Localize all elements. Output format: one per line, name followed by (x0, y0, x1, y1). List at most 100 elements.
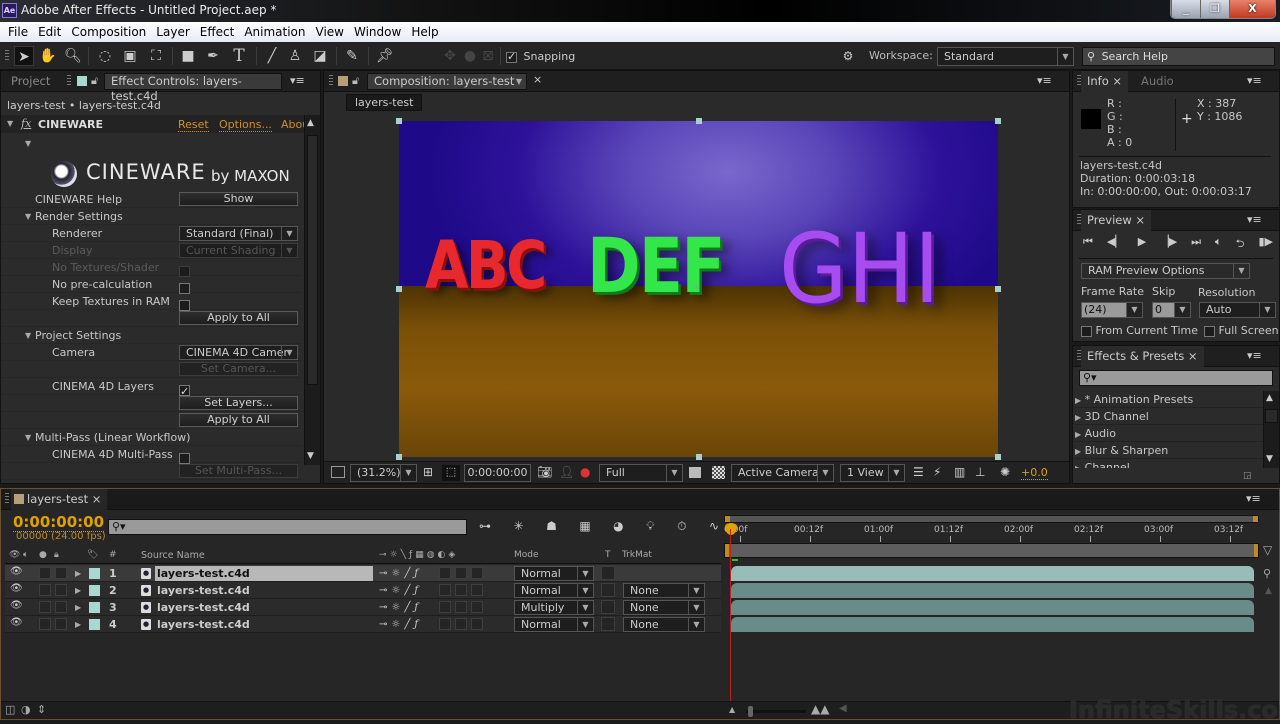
set-layers-button[interactable]: Set Layers... (179, 396, 298, 410)
puppet-pin-tool-icon[interactable]: 📌︎ (375, 46, 395, 66)
layer-row[interactable]: 👁︎ ▶ 2 ● layers-test.c4d ⊸☼╱ƒ Normal ▼ No… (5, 582, 721, 599)
expand-icon[interactable]: ▶ (75, 586, 81, 595)
multipass-group[interactable]: ▼ Multi-Pass (Linear Workflow) (1, 429, 301, 446)
preserve-transparency-switch[interactable] (601, 566, 615, 580)
lock-switch[interactable] (55, 618, 67, 630)
snapshot-camera-icon[interactable]: 📷︎ (537, 465, 552, 479)
visibility-eye-icon[interactable]: 👁︎ (10, 617, 23, 628)
blend-mode-select[interactable]: Multiply ▼ (514, 600, 594, 615)
preserve-transparency-switch[interactable] (601, 583, 615, 597)
frame-rate-select[interactable]: (24) ▼ (1081, 302, 1143, 318)
work-area-start[interactable] (725, 544, 729, 557)
collapse-icon[interactable]: ▼ (25, 429, 31, 446)
layer-name[interactable]: layers-test.c4d (155, 583, 373, 598)
brush-tool-icon[interactable]: ╱ (262, 46, 282, 66)
expand-icon[interactable]: ▶ (75, 569, 81, 578)
close-tab-icon[interactable]: × (92, 492, 102, 506)
zoom-in-icon[interactable]: ▲▲ (811, 702, 829, 716)
visibility-eye-icon[interactable]: 👁︎ (10, 600, 23, 611)
frame-blend-switch[interactable] (439, 584, 451, 596)
zoom-out-icon[interactable]: ▲ (729, 705, 735, 714)
navigator-start-handle[interactable] (725, 516, 730, 522)
preserve-transparency-switch[interactable] (601, 617, 615, 631)
menu-composition[interactable]: Composition (66, 25, 151, 39)
work-area-end[interactable] (1254, 544, 1258, 557)
list-item[interactable]: ▶ Blur & Sharpen (1075, 442, 1263, 459)
c4d-layers-checkbox[interactable] (179, 383, 190, 400)
menu-animation[interactable]: Animation (239, 25, 310, 39)
restore-button[interactable]: ❐ (1200, 0, 1229, 18)
visibility-eye-icon[interactable]: 👁︎ (10, 566, 23, 577)
panel-grip[interactable] (5, 50, 9, 62)
reset-link[interactable]: Reset (178, 118, 209, 132)
tab-audio[interactable]: Audio (1135, 71, 1180, 91)
expand-icon[interactable]: ▶ (1075, 430, 1081, 439)
expand-icon[interactable]: ▶ (75, 620, 81, 629)
comp-mini-flowchart-icon[interactable]: ⊶ (479, 519, 491, 534)
timeline-timecode[interactable]: 0:00:00:00 (13, 513, 105, 532)
panel-menu-icon[interactable]: ▾≡ (290, 74, 305, 87)
expand-icon[interactable]: ▶ (1075, 396, 1081, 405)
fast-previews-icon[interactable]: ⚡ (933, 465, 941, 479)
panel-menu-icon[interactable]: ▾≡ (1247, 74, 1262, 87)
panel-menu-icon[interactable]: ▾≡ (1247, 349, 1262, 362)
panel-menu-icon[interactable]: ▾≡ (1037, 74, 1052, 87)
zoom-slider[interactable] (746, 706, 806, 717)
frame-blending-icon[interactable]: ▦ (579, 519, 590, 534)
layer-switches[interactable]: ⊸☼╱ƒ (379, 565, 422, 582)
preserve-transparency-switch[interactable] (601, 600, 615, 614)
close-button[interactable]: X (1229, 0, 1275, 18)
from-current-time-checkbox[interactable]: From Current Time (1081, 324, 1198, 337)
snapping-checkbox[interactable]: Snapping (506, 50, 575, 63)
transform-handle[interactable] (396, 286, 402, 292)
frame-blend-switch[interactable] (439, 567, 451, 579)
time-navigator[interactable] (724, 515, 1259, 523)
adjustment-layer-switch[interactable] (471, 567, 483, 579)
layer-switches[interactable]: ⊸☼╱ƒ (379, 582, 422, 599)
eraser-tool-icon[interactable]: ◪ (310, 46, 330, 66)
last-frame-icon[interactable]: ⏭ (1191, 235, 1201, 254)
hide-shy-layers-icon[interactable]: ☗ (546, 519, 557, 534)
rotation-tool-icon[interactable]: ◌ (95, 46, 115, 66)
zoom-tool-icon[interactable]: 🔍︎ (63, 46, 83, 66)
motion-blur-switch[interactable] (455, 618, 467, 630)
close-tab-icon[interactable]: × (533, 73, 542, 86)
lock-switch[interactable] (55, 567, 67, 579)
tab-preview[interactable]: Preview × (1081, 210, 1152, 231)
scroll-thumb[interactable] (1265, 409, 1278, 423)
flowchart-icon[interactable]: ⊥ (975, 465, 985, 479)
layer-row[interactable]: 👁︎ ▶ 1 ● layers-test.c4d ⊸☼╱ƒ Normal ▼ (5, 565, 721, 582)
close-tab-icon[interactable]: × (1135, 213, 1145, 227)
clone-stamp-tool-icon[interactable]: ♙ (285, 46, 305, 66)
layer-name[interactable]: layers-test.c4d (155, 566, 373, 581)
scroll-up-icon[interactable]: ▲ (307, 118, 314, 128)
panel-grip[interactable] (5, 493, 9, 505)
lock-icon[interactable]: 🔓︎ (352, 74, 359, 88)
transparency-grid-icon[interactable] (712, 466, 725, 479)
expand-icon[interactable]: ▶ (1075, 413, 1081, 422)
motion-blur-switch[interactable] (455, 601, 467, 613)
navigator-end-handle[interactable] (1253, 516, 1258, 522)
magnification-select[interactable]: (31.2%) ▼ (350, 464, 417, 482)
modes-toggle-icon[interactable]: ◑ (21, 703, 31, 716)
time-ruler[interactable]: 0:00f00:12f01:00f01:12f02:00f02:12f03:00… (724, 525, 1259, 543)
tab-effect-controls[interactable]: Effect Controls: layers-test.c4d (104, 73, 282, 103)
transform-handle[interactable] (696, 454, 702, 460)
skip-select[interactable]: 0 ▼ (1152, 302, 1191, 318)
menu-file[interactable]: File (3, 25, 33, 39)
show-snapshot-icon[interactable]: 👤︎ (559, 465, 574, 479)
workspace-options-icon[interactable]: ⚙ (838, 46, 858, 66)
motion-blur-icon[interactable]: ◕ (613, 519, 623, 534)
search-help-input[interactable]: ⚲ Search Help (1082, 47, 1275, 66)
solo-switch[interactable] (39, 601, 51, 613)
blend-mode-select[interactable]: Normal ▼ (514, 617, 594, 632)
transform-handle[interactable] (396, 454, 402, 460)
chevron-down-icon[interactable]: ▼ (516, 74, 522, 89)
camera-tool-icon[interactable]: ▣ (120, 46, 140, 66)
rectangle-tool-icon[interactable]: ■ (178, 46, 198, 66)
adjustment-layer-switch[interactable] (471, 618, 483, 630)
scroll-up-icon[interactable]: ▲ (1265, 586, 1272, 596)
source-name-header[interactable]: Source Name (141, 547, 205, 564)
apply-to-all-project-button[interactable]: Apply to All (179, 413, 298, 427)
label-color-swatch[interactable] (89, 602, 100, 613)
